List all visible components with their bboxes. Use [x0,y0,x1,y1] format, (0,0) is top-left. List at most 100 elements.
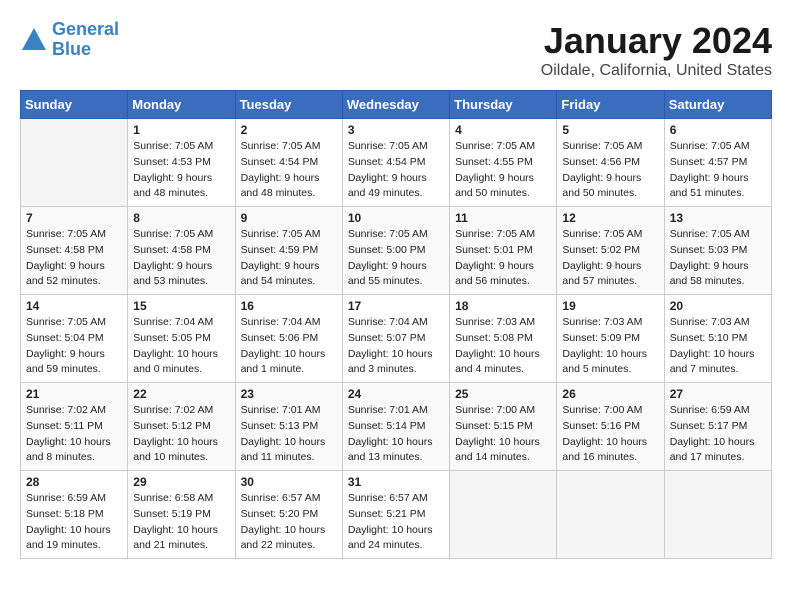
sunrise-text: Sunrise: 7:04 AM [241,316,321,328]
sunset-text: Sunset: 4:56 PM [562,156,640,168]
day-number: 5 [562,123,658,137]
day-number: 18 [455,299,551,313]
day-info: Sunrise: 7:05 AM Sunset: 4:55 PM Dayligh… [455,139,551,202]
day-info: Sunrise: 7:00 AM Sunset: 5:15 PM Dayligh… [455,403,551,466]
daylight-text: Daylight: 10 hours and 14 minutes. [455,436,540,464]
daylight-text: Daylight: 9 hours and 54 minutes. [241,260,320,288]
sunset-text: Sunset: 4:54 PM [241,156,319,168]
sunrise-text: Sunrise: 7:05 AM [133,228,213,240]
daylight-text: Daylight: 10 hours and 8 minutes. [26,436,111,464]
day-number: 4 [455,123,551,137]
day-info: Sunrise: 7:05 AM Sunset: 5:04 PM Dayligh… [26,315,122,378]
sunset-text: Sunset: 4:57 PM [670,156,748,168]
sunset-text: Sunset: 5:10 PM [670,332,748,344]
sunset-text: Sunset: 5:09 PM [562,332,640,344]
day-number: 10 [348,211,444,225]
calendar-cell: 19 Sunrise: 7:03 AM Sunset: 5:09 PM Dayl… [557,295,664,383]
daylight-text: Daylight: 9 hours and 50 minutes. [455,172,534,200]
calendar-cell: 7 Sunrise: 7:05 AM Sunset: 4:58 PM Dayli… [21,207,128,295]
calendar-cell: 13 Sunrise: 7:05 AM Sunset: 5:03 PM Dayl… [664,207,771,295]
calendar-table: SundayMondayTuesdayWednesdayThursdayFrid… [20,90,772,559]
calendar-cell: 17 Sunrise: 7:04 AM Sunset: 5:07 PM Dayl… [342,295,449,383]
calendar-cell: 14 Sunrise: 7:05 AM Sunset: 5:04 PM Dayl… [21,295,128,383]
daylight-text: Daylight: 10 hours and 3 minutes. [348,348,433,376]
day-info: Sunrise: 7:05 AM Sunset: 4:57 PM Dayligh… [670,139,766,202]
calendar-cell: 16 Sunrise: 7:04 AM Sunset: 5:06 PM Dayl… [235,295,342,383]
logo: General Blue [20,20,119,60]
day-info: Sunrise: 6:58 AM Sunset: 5:19 PM Dayligh… [133,491,229,554]
calendar-cell: 24 Sunrise: 7:01 AM Sunset: 5:14 PM Dayl… [342,383,449,471]
weekday-header-wednesday: Wednesday [342,91,449,119]
daylight-text: Daylight: 10 hours and 22 minutes. [241,524,326,552]
sunset-text: Sunset: 5:21 PM [348,508,426,520]
month-year: January 2024 [541,20,772,62]
sunset-text: Sunset: 5:11 PM [26,420,103,432]
day-number: 16 [241,299,337,313]
day-number: 24 [348,387,444,401]
day-number: 22 [133,387,229,401]
sunrise-text: Sunrise: 7:05 AM [133,140,213,152]
calendar-cell: 8 Sunrise: 7:05 AM Sunset: 4:58 PM Dayli… [128,207,235,295]
week-row-1: 1 Sunrise: 7:05 AM Sunset: 4:53 PM Dayli… [21,119,772,207]
sunrise-text: Sunrise: 7:04 AM [348,316,428,328]
calendar-cell: 27 Sunrise: 6:59 AM Sunset: 5:17 PM Dayl… [664,383,771,471]
sunset-text: Sunset: 5:19 PM [133,508,211,520]
day-number: 11 [455,211,551,225]
day-info: Sunrise: 7:03 AM Sunset: 5:08 PM Dayligh… [455,315,551,378]
sunset-text: Sunset: 5:03 PM [670,244,748,256]
calendar-cell: 1 Sunrise: 7:05 AM Sunset: 4:53 PM Dayli… [128,119,235,207]
calendar-cell: 9 Sunrise: 7:05 AM Sunset: 4:59 PM Dayli… [235,207,342,295]
calendar-cell: 3 Sunrise: 7:05 AM Sunset: 4:54 PM Dayli… [342,119,449,207]
sunset-text: Sunset: 5:05 PM [133,332,211,344]
daylight-text: Daylight: 10 hours and 10 minutes. [133,436,218,464]
sunset-text: Sunset: 4:53 PM [133,156,211,168]
week-row-3: 14 Sunrise: 7:05 AM Sunset: 5:04 PM Dayl… [21,295,772,383]
sunrise-text: Sunrise: 7:05 AM [670,228,750,240]
day-info: Sunrise: 7:04 AM Sunset: 5:06 PM Dayligh… [241,315,337,378]
week-row-4: 21 Sunrise: 7:02 AM Sunset: 5:11 PM Dayl… [21,383,772,471]
calendar-cell: 4 Sunrise: 7:05 AM Sunset: 4:55 PM Dayli… [450,119,557,207]
sunrise-text: Sunrise: 7:05 AM [670,140,750,152]
calendar-cell [557,471,664,559]
daylight-text: Daylight: 9 hours and 48 minutes. [133,172,212,200]
sunset-text: Sunset: 5:13 PM [241,420,319,432]
day-info: Sunrise: 7:05 AM Sunset: 5:01 PM Dayligh… [455,227,551,290]
sunrise-text: Sunrise: 6:57 AM [348,492,428,504]
day-info: Sunrise: 7:04 AM Sunset: 5:07 PM Dayligh… [348,315,444,378]
day-info: Sunrise: 7:05 AM Sunset: 4:54 PM Dayligh… [241,139,337,202]
sunset-text: Sunset: 4:54 PM [348,156,426,168]
sunrise-text: Sunrise: 7:03 AM [670,316,750,328]
day-info: Sunrise: 7:05 AM Sunset: 4:58 PM Dayligh… [26,227,122,290]
day-number: 6 [670,123,766,137]
daylight-text: Daylight: 9 hours and 51 minutes. [670,172,749,200]
sunrise-text: Sunrise: 7:05 AM [562,140,642,152]
day-info: Sunrise: 6:57 AM Sunset: 5:20 PM Dayligh… [241,491,337,554]
sunrise-text: Sunrise: 7:02 AM [133,404,213,416]
weekday-header-sunday: Sunday [21,91,128,119]
sunrise-text: Sunrise: 7:05 AM [26,316,106,328]
daylight-text: Daylight: 10 hours and 19 minutes. [26,524,111,552]
day-info: Sunrise: 7:05 AM Sunset: 4:59 PM Dayligh… [241,227,337,290]
day-number: 23 [241,387,337,401]
calendar-cell: 15 Sunrise: 7:04 AM Sunset: 5:05 PM Dayl… [128,295,235,383]
daylight-text: Daylight: 10 hours and 5 minutes. [562,348,647,376]
sunrise-text: Sunrise: 7:03 AM [455,316,535,328]
weekday-header-monday: Monday [128,91,235,119]
weekday-header-friday: Friday [557,91,664,119]
calendar-cell: 21 Sunrise: 7:02 AM Sunset: 5:11 PM Dayl… [21,383,128,471]
sunrise-text: Sunrise: 7:01 AM [348,404,428,416]
logo-line1: General [52,19,119,39]
day-info: Sunrise: 7:05 AM Sunset: 4:56 PM Dayligh… [562,139,658,202]
sunset-text: Sunset: 5:17 PM [670,420,748,432]
daylight-text: Daylight: 9 hours and 50 minutes. [562,172,641,200]
day-number: 2 [241,123,337,137]
day-number: 8 [133,211,229,225]
calendar-cell: 20 Sunrise: 7:03 AM Sunset: 5:10 PM Dayl… [664,295,771,383]
sunrise-text: Sunrise: 7:05 AM [455,228,535,240]
calendar-cell: 6 Sunrise: 7:05 AM Sunset: 4:57 PM Dayli… [664,119,771,207]
daylight-text: Daylight: 9 hours and 59 minutes. [26,348,105,376]
logo-text: General Blue [52,20,119,60]
daylight-text: Daylight: 10 hours and 0 minutes. [133,348,218,376]
calendar-cell: 26 Sunrise: 7:00 AM Sunset: 5:16 PM Dayl… [557,383,664,471]
daylight-text: Daylight: 9 hours and 55 minutes. [348,260,427,288]
